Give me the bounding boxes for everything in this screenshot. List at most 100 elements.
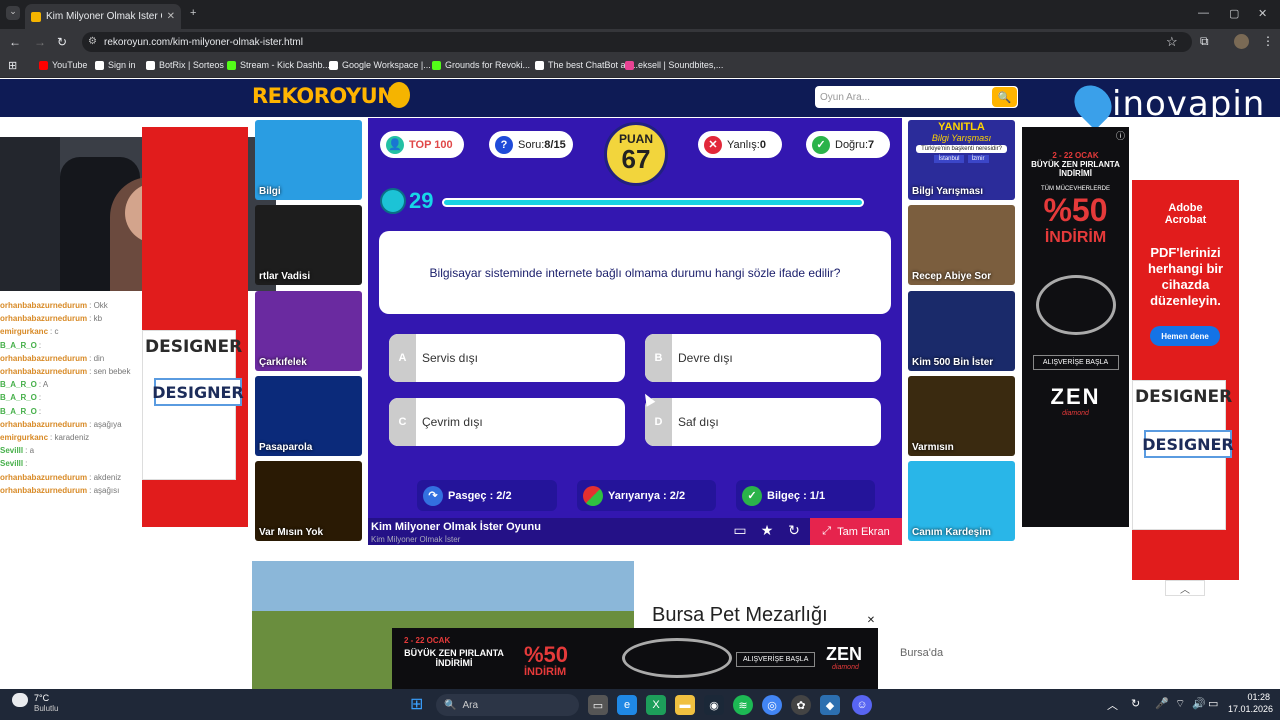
tray-chevron-icon[interactable]: ︿: [1107, 697, 1118, 713]
site-info-icon[interactable]: ⚙: [88, 36, 97, 47]
chat-username[interactable]: orhanbabazurnedurum: [0, 473, 87, 482]
profile-avatar[interactable]: [1234, 34, 1249, 49]
answer-option-d[interactable]: D Saf dışı: [645, 398, 881, 446]
clock-date[interactable]: 17.01.2026: [1228, 704, 1273, 714]
chat-username[interactable]: orhanbabazurnedurum: [0, 354, 87, 363]
chat-username[interactable]: emirgurkanc: [0, 433, 48, 442]
game-thumbnail[interactable]: Bilgi Yarışması: [908, 120, 1015, 200]
answer-option-c[interactable]: C Çevrim dışı: [389, 398, 625, 446]
excel-icon[interactable]: X: [646, 695, 666, 715]
apps-icon[interactable]: ⊞: [8, 59, 17, 72]
chrome-icon[interactable]: ◎: [762, 695, 782, 715]
bookmark-item[interactable]: Grounds for Revoki...: [432, 60, 530, 70]
bookmark-item[interactable]: BotRix | Sorteos: [146, 60, 224, 70]
fullscreen-button[interactable]: ⤢ Tam Ekran: [810, 518, 902, 545]
bookmark-item[interactable]: Stream - Kick Dashb...: [227, 60, 330, 70]
back-icon[interactable]: ←: [9, 35, 21, 49]
wifi-icon[interactable]: ⌔: [1175, 697, 1185, 711]
extensions-icon[interactable]: ⧉: [1200, 34, 1209, 49]
chat-username[interactable]: Sevilll: [0, 446, 23, 455]
forward-icon[interactable]: →: [34, 35, 46, 49]
maximize-icon[interactable]: ▢: [1229, 7, 1239, 20]
new-tab-icon[interactable]: +: [190, 7, 196, 19]
chat-username[interactable]: Sevilll: [0, 459, 23, 468]
mic-icon[interactable]: 🎤: [1155, 697, 1169, 710]
chat-username[interactable]: orhanbabazurnedurum: [0, 420, 87, 429]
search-button[interactable]: 🔍: [992, 87, 1017, 107]
tab-close-icon[interactable]: ✕: [167, 11, 175, 22]
menu-icon[interactable]: ⋮: [1262, 34, 1274, 48]
close-ad-icon[interactable]: ✕: [864, 615, 878, 628]
chat-username[interactable]: orhanbabazurnedurum: [0, 367, 87, 376]
steam-icon[interactable]: ◉: [704, 695, 724, 715]
app-icon[interactable]: ✿: [791, 695, 811, 715]
chat-username[interactable]: orhanbabazurnedurum: [0, 486, 87, 495]
chat-username[interactable]: B_A_R_O: [0, 393, 37, 402]
inovapin-ad-logo[interactable]: inovapin: [1112, 84, 1265, 124]
zen-cta-button[interactable]: ALIŞVERİŞE BAŞLA: [736, 652, 816, 667]
bookmark-item[interactable]: eksell | Soundbites,...: [625, 60, 723, 70]
window-close-icon[interactable]: ✕: [1258, 7, 1267, 20]
game-thumbnail[interactable]: Bilgi: [255, 120, 362, 200]
zen-cta-button[interactable]: ALIŞVERİŞE BAŞLA: [1032, 355, 1119, 370]
game-thumbnail[interactable]: rtlar Vadisi: [255, 205, 362, 286]
bookmark-item[interactable]: Google Workspace |...: [329, 60, 431, 70]
volume-icon[interactable]: 🔊: [1192, 697, 1206, 710]
chat-message: Sevilll: a: [0, 446, 34, 455]
comment-icon[interactable]: ▭: [729, 522, 751, 539]
clock-time[interactable]: 01:28: [1228, 692, 1270, 702]
weather-icon[interactable]: [12, 693, 28, 707]
bookmark-item[interactable]: Sign in: [95, 60, 136, 70]
game-thumbnail[interactable]: Var Mısın Yok: [255, 461, 362, 542]
bottom-ad-title: Bursa Pet Mezarlığı: [652, 604, 828, 626]
yariyariya-joker[interactable]: Yarıyarıya : 2/2: [577, 480, 716, 511]
discord-icon[interactable]: ☺: [852, 695, 872, 715]
address-bar[interactable]: rekoroyun.com/kim-milyoner-olmak-ister.h…: [82, 32, 1192, 52]
tab-active[interactable]: Kim Milyoner Olmak İster Oyunu ✕: [25, 4, 181, 29]
spotify-icon[interactable]: ≋: [733, 695, 753, 715]
game-thumbnail[interactable]: Pasaparola: [255, 375, 362, 456]
game-thumbnail[interactable]: Recep Abiye Sor: [908, 205, 1015, 286]
zen-sticky-ad[interactable]: 2 - 22 OCAK BÜYÜK ZEN PIRLANTA İNDİRİMİ …: [392, 628, 878, 689]
pasgec-joker[interactable]: ↷ Pasgeç : 2/2: [417, 480, 557, 511]
game-thumbnail[interactable]: Çarkıfelek: [255, 290, 362, 371]
answer-option-b[interactable]: B Devre dışı: [645, 334, 881, 382]
chat-username[interactable]: emirgurkanc: [0, 327, 48, 336]
chat-username[interactable]: B_A_R_O: [0, 407, 37, 416]
ad-info-icon[interactable]: ⓘ: [1116, 129, 1125, 142]
tab-search-icon[interactable]: ⌄: [6, 6, 20, 20]
game-thumbnail[interactable]: Varmısın: [908, 375, 1015, 456]
answer-option-a[interactable]: A Servis dışı: [389, 334, 625, 382]
fullscreen-label: Tam Ekran: [837, 525, 890, 538]
top100-button[interactable]: 👤 TOP 100: [380, 131, 464, 158]
network-tray-icon[interactable]: ↻: [1131, 697, 1140, 710]
zen-ad-panel[interactable]: ⓘ 2 - 22 OCAK BÜYÜK ZEN PIRLANTA İNDİRİM…: [1022, 127, 1129, 527]
chat-username[interactable]: B_A_R_O: [0, 380, 37, 389]
chat-username[interactable]: B_A_R_O: [0, 341, 37, 350]
bookmark-item[interactable]: The best ChatBot an...: [535, 60, 638, 70]
app-icon-2[interactable]: ◆: [820, 695, 840, 715]
chat-username[interactable]: orhanbabazurnedurum: [0, 301, 87, 310]
task-view-icon[interactable]: ▭: [588, 695, 608, 715]
collapse-ad-icon[interactable]: ︿: [1165, 580, 1205, 596]
game-thumbnail[interactable]: Canım Kardeşim: [908, 461, 1015, 542]
minimize-icon[interactable]: —: [1198, 7, 1209, 19]
site-logo[interactable]: REKOROYUN: [252, 84, 395, 108]
weather-temp[interactable]: 7°C: [34, 693, 49, 703]
game-search-input[interactable]: Oyun Ara...: [815, 86, 1018, 108]
game-thumbnail[interactable]: Kim 500 Bin İster: [908, 290, 1015, 371]
fullscreen-icon: ⤢: [822, 525, 832, 537]
restart-icon[interactable]: ↻: [783, 522, 805, 539]
reload-icon[interactable]: ↻: [57, 35, 67, 49]
bookmark-star-icon[interactable]: ☆: [1166, 34, 1178, 50]
bookmark-item[interactable]: YouTube: [39, 60, 87, 70]
bilgec-joker[interactable]: ✓ Bilgeç : 1/1: [736, 480, 875, 511]
taskbar-search[interactable]: 🔍 Ara: [436, 694, 579, 716]
file-explorer-icon[interactable]: ▬: [675, 695, 695, 715]
chat-username[interactable]: orhanbabazurnedurum: [0, 314, 87, 323]
edge-icon[interactable]: e: [617, 695, 637, 715]
adobe-cta-button[interactable]: Hemen dene: [1150, 326, 1220, 346]
windows-start-icon[interactable]: ⊞: [410, 695, 430, 715]
favorite-star-icon[interactable]: ★: [756, 522, 778, 539]
battery-icon[interactable]: ▭: [1208, 697, 1218, 710]
